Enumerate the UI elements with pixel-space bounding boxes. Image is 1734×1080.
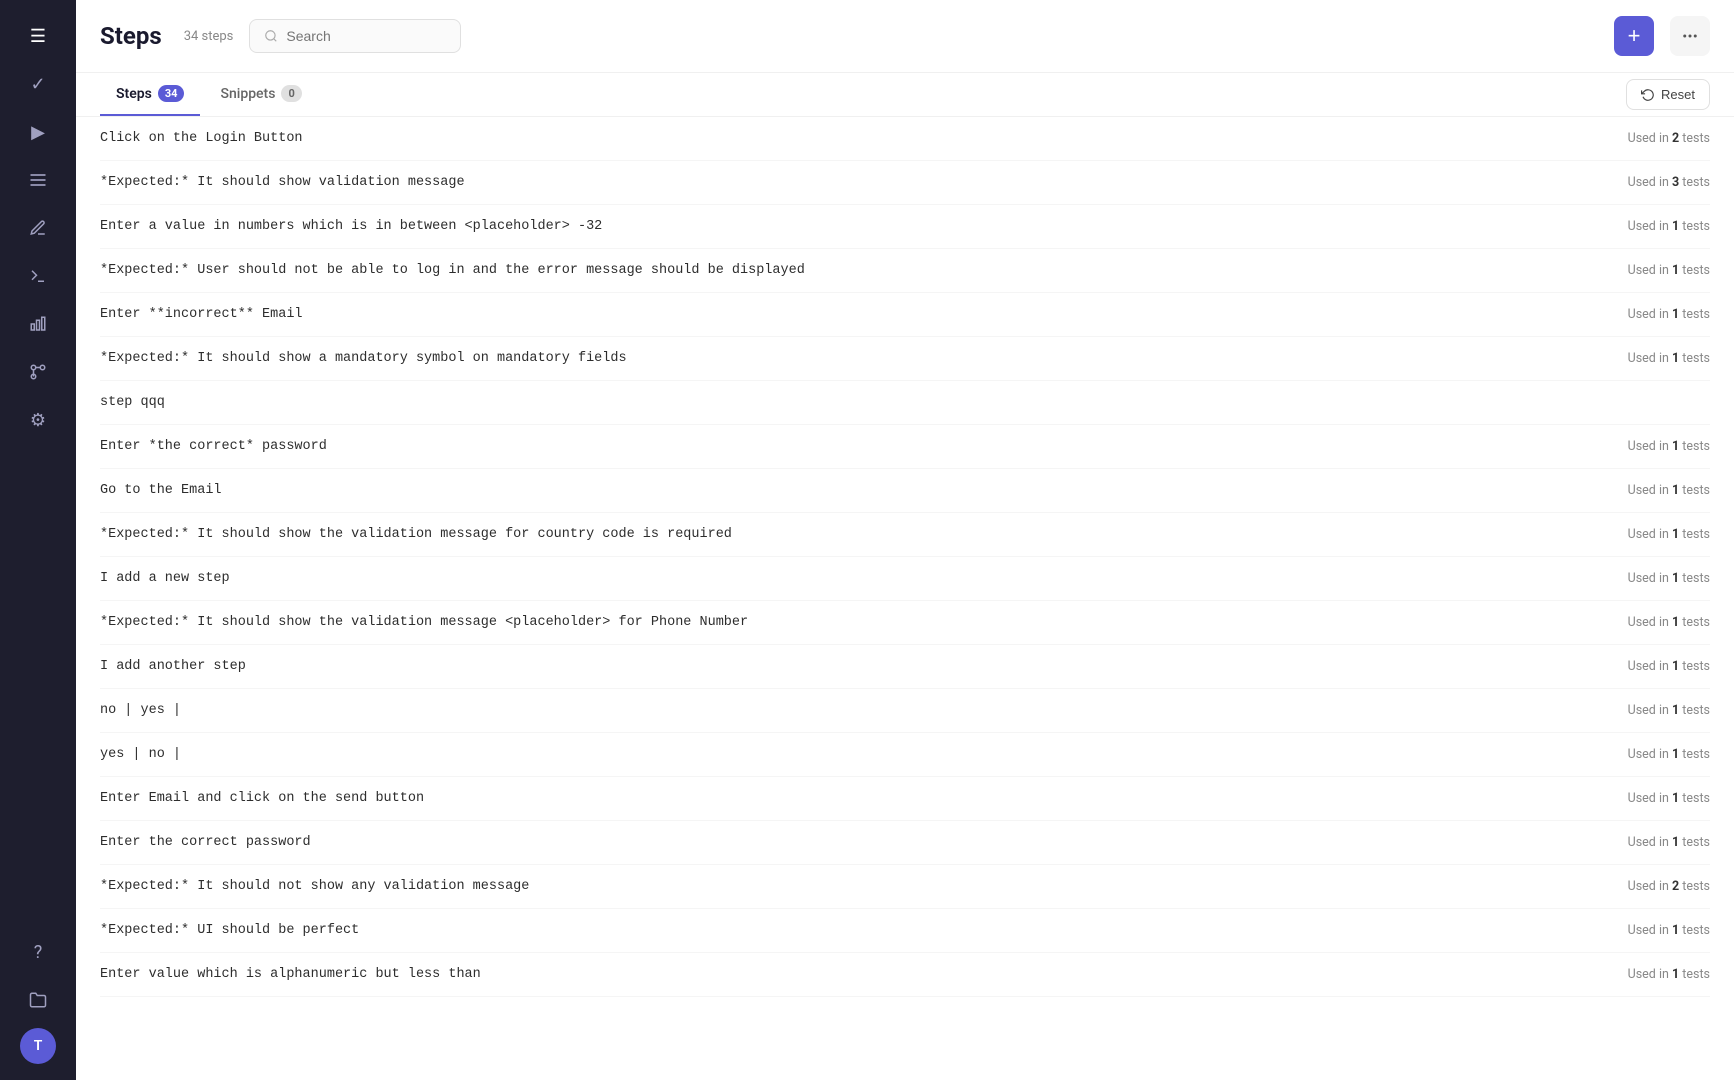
step-text: *Expected:* It should show the validatio…: [100, 615, 1604, 630]
step-usage: Used in 1 tests: [1628, 659, 1710, 674]
step-row[interactable]: Enter *the correct* password Used in 1 te…: [100, 425, 1710, 469]
search-box[interactable]: [249, 19, 461, 53]
sidebar-item-gear[interactable]: ⚙: [18, 400, 58, 440]
step-text: no | yes |: [100, 703, 1604, 718]
step-usage: Used in 3 tests: [1628, 175, 1710, 190]
step-text: Go to the Email: [100, 483, 1604, 498]
step-text: *Expected:* It should show validation me…: [100, 175, 1604, 190]
step-row[interactable]: yes | no | Used in 1 tests: [100, 733, 1710, 777]
sidebar-item-play[interactable]: ▶: [18, 112, 58, 152]
step-usage: Used in 1 tests: [1628, 571, 1710, 586]
step-text: *Expected:* It should not show any valid…: [100, 879, 1604, 894]
tab-snippets-label: Snippets: [220, 86, 275, 102]
step-usage: Used in 2 tests: [1628, 879, 1710, 894]
tab-steps[interactable]: Steps 34: [100, 73, 200, 116]
tab-steps-badge: 34: [158, 85, 185, 102]
step-text: Click on the Login Button: [100, 131, 1604, 146]
page-subtitle: 34 steps: [184, 29, 234, 44]
page-title: Steps: [100, 22, 162, 50]
more-button[interactable]: [1670, 16, 1710, 56]
sidebar: ☰ ✓ ▶ ⚙ ? T: [0, 0, 76, 1080]
step-usage: Used in 1 tests: [1628, 703, 1710, 718]
step-row[interactable]: *Expected:* It should show the validatio…: [100, 513, 1710, 557]
step-usage: Used in 1 tests: [1628, 307, 1710, 322]
tab-steps-label: Steps: [116, 86, 152, 102]
step-row[interactable]: *Expected:* It should show validation me…: [100, 161, 1710, 205]
step-row[interactable]: Enter a value in numbers which is in bet…: [100, 205, 1710, 249]
step-row[interactable]: Click on the Login Button Used in 2 tests: [100, 117, 1710, 161]
step-usage: Used in 1 tests: [1628, 791, 1710, 806]
sidebar-item-help[interactable]: ?: [18, 932, 58, 972]
sidebar-item-list[interactable]: [18, 160, 58, 200]
step-text: Enter **incorrect** Email: [100, 307, 1604, 322]
tab-snippets[interactable]: Snippets 0: [204, 73, 317, 116]
step-row[interactable]: *Expected:* It should show the validatio…: [100, 601, 1710, 645]
step-usage: Used in 1 tests: [1628, 483, 1710, 498]
step-usage: Used in 1 tests: [1628, 351, 1710, 366]
step-text: *Expected:* It should show a mandatory s…: [100, 351, 1604, 366]
sidebar-item-menu[interactable]: ☰: [18, 16, 58, 56]
steps-list: Click on the Login Button Used in 2 tests…: [76, 117, 1734, 1080]
step-row[interactable]: I add another step Used in 1 tests: [100, 645, 1710, 689]
step-row[interactable]: no | yes | Used in 1 tests: [100, 689, 1710, 733]
sidebar-item-pen[interactable]: [18, 208, 58, 248]
step-row[interactable]: I add a new step Used in 1 tests: [100, 557, 1710, 601]
step-usage: Used in 2 tests: [1628, 131, 1710, 146]
step-usage: Used in 1 tests: [1628, 439, 1710, 454]
step-text: Enter *the correct* password: [100, 439, 1604, 454]
step-usage: Used in 1 tests: [1628, 527, 1710, 542]
step-usage: Used in 1 tests: [1628, 747, 1710, 762]
step-row[interactable]: Enter Email and click on the send button…: [100, 777, 1710, 821]
step-usage: Used in 1 tests: [1628, 835, 1710, 850]
step-text: Enter value which is alphanumeric but le…: [100, 967, 1604, 982]
step-text: *Expected:* User should not be able to l…: [100, 263, 1604, 278]
reset-button[interactable]: Reset: [1626, 79, 1710, 110]
step-text: Enter Email and click on the send button: [100, 791, 1604, 806]
step-row[interactable]: *Expected:* User should not be able to l…: [100, 249, 1710, 293]
step-row[interactable]: Enter the correct password Used in 1 test…: [100, 821, 1710, 865]
reset-icon: [1641, 88, 1655, 102]
step-text: Enter a value in numbers which is in bet…: [100, 219, 1604, 234]
step-row[interactable]: Enter **incorrect** Email Used in 1 tests: [100, 293, 1710, 337]
step-row[interactable]: Enter value which is alphanumeric but le…: [100, 953, 1710, 997]
step-row[interactable]: *Expected:* It should not show any valid…: [100, 865, 1710, 909]
step-text: I add another step: [100, 659, 1604, 674]
step-usage: Used in 1 tests: [1628, 219, 1710, 234]
sidebar-item-folder[interactable]: [18, 980, 58, 1020]
add-button[interactable]: +: [1614, 16, 1654, 56]
avatar[interactable]: T: [20, 1028, 56, 1064]
sidebar-item-terminal[interactable]: [18, 256, 58, 296]
step-text: Enter the correct password: [100, 835, 1604, 850]
step-row[interactable]: Go to the Email Used in 1 tests: [100, 469, 1710, 513]
header: Steps 34 steps +: [76, 0, 1734, 73]
sidebar-item-branch[interactable]: [18, 352, 58, 392]
main-content: Steps 34 steps + Steps 34 Snippets 0 Res…: [76, 0, 1734, 1080]
step-text: step qqq: [100, 395, 1710, 410]
step-text: yes | no |: [100, 747, 1604, 762]
sidebar-item-check[interactable]: ✓: [18, 64, 58, 104]
step-usage: Used in 1 tests: [1628, 923, 1710, 938]
tab-snippets-badge: 0: [281, 85, 301, 102]
step-usage: Used in 1 tests: [1628, 967, 1710, 982]
step-text: *Expected:* It should show the validatio…: [100, 527, 1604, 542]
search-icon: [264, 29, 278, 43]
step-text: *Expected:* UI should be perfect: [100, 923, 1604, 938]
step-usage: Used in 1 tests: [1628, 615, 1710, 630]
step-usage: Used in 1 tests: [1628, 263, 1710, 278]
step-row[interactable]: step qqq: [100, 381, 1710, 425]
step-row[interactable]: *Expected:* It should show a mandatory s…: [100, 337, 1710, 381]
search-input[interactable]: [286, 28, 446, 44]
step-row[interactable]: *Expected:* UI should be perfect Used in …: [100, 909, 1710, 953]
step-text: I add a new step: [100, 571, 1604, 586]
tabs-bar: Steps 34 Snippets 0 Reset: [76, 73, 1734, 117]
sidebar-item-chart[interactable]: [18, 304, 58, 344]
